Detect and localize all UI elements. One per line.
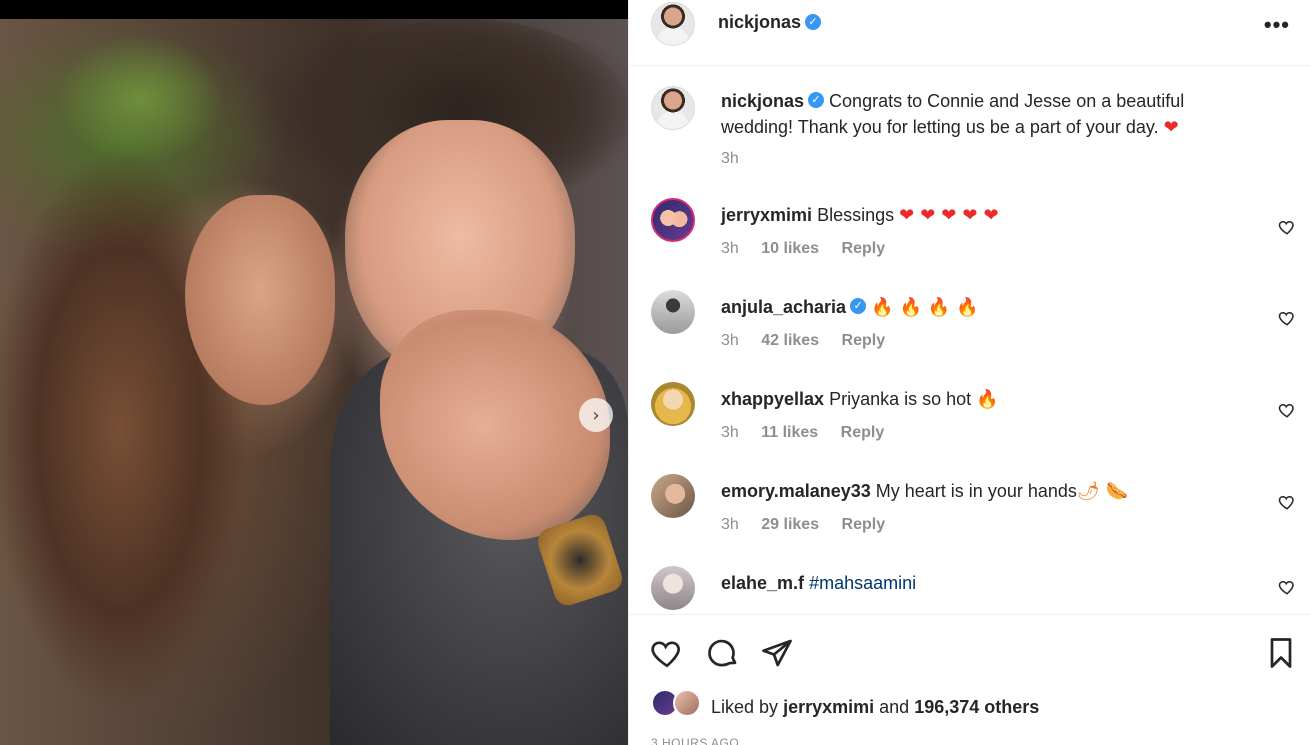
post-photo[interactable]: ›	[0, 0, 628, 745]
like-heart-icon[interactable]	[649, 635, 685, 671]
red-heart-emoji: ❤	[1163, 117, 1185, 138]
comment-time[interactable]: 3h	[721, 424, 739, 441]
comment-meta: 3h 11 likes Reply	[721, 424, 902, 442]
share-paper-plane-icon[interactable]	[759, 635, 795, 671]
commenter-avatar[interactable]	[651, 198, 695, 242]
carousel-next-icon[interactable]: ›	[579, 398, 613, 432]
more-options-icon[interactable]: •••	[1264, 12, 1290, 38]
like-comment-heart-icon[interactable]	[1278, 401, 1296, 419]
comment-text: Blessings	[817, 205, 895, 225]
save-bookmark-icon[interactable]	[1263, 635, 1299, 671]
like-comment-heart-icon[interactable]	[1278, 218, 1296, 236]
comment-text: My heart is in your hands	[875, 481, 1077, 501]
comment-body: elahe_m.f #mahsaamini	[721, 570, 1261, 596]
comment-meta: 3h 42 likes Reply	[721, 332, 903, 350]
reply-button[interactable]: Reply	[842, 516, 886, 533]
comment-time[interactable]: 3h	[721, 332, 739, 349]
comment-body: xhappyellax Priyanka is so hot 🔥	[721, 386, 1261, 413]
comment-body: emory.malaney33 My heart is in your hand…	[721, 478, 1261, 505]
comments-list[interactable]: nickjonas ✓ Congrats to Connie and Jesse …	[629, 66, 1311, 614]
fire-emoji: 🔥	[976, 389, 1005, 410]
likes-count[interactable]: 196,374 others	[914, 697, 1039, 717]
comment-meta: 3h 29 likes Reply	[721, 516, 903, 534]
caption-meta: 3h	[721, 150, 757, 168]
comment-time[interactable]: 3h	[721, 516, 739, 533]
author-username[interactable]: nickjonas	[718, 12, 801, 32]
comment-likes[interactable]: 10 likes	[761, 240, 819, 257]
commenter-avatar[interactable]	[651, 566, 695, 610]
caption-username[interactable]: nickjonas	[721, 91, 804, 111]
reply-button[interactable]: Reply	[842, 240, 886, 257]
commenter-avatar[interactable]	[651, 474, 695, 518]
comment-username[interactable]: anjula_acharia	[721, 297, 846, 317]
comment-body: jerryxmimi Blessings ❤❤❤❤❤	[721, 202, 1261, 229]
commenter-avatar[interactable]	[651, 290, 695, 334]
post-actions-bar	[629, 614, 1311, 745]
photo-top-bar	[0, 0, 628, 19]
liker-avatar	[673, 689, 701, 717]
caption-author-avatar[interactable]	[651, 86, 695, 130]
liked-by-line: Liked by jerryxmimi and 196,374 others	[711, 697, 1039, 718]
comment-bubble-icon[interactable]	[705, 635, 741, 671]
liked-by-and: and	[879, 697, 910, 717]
comment-likes[interactable]: 11 likes	[761, 424, 818, 441]
liked-by-user[interactable]: jerryxmimi	[783, 697, 874, 717]
like-comment-heart-icon[interactable]	[1278, 493, 1296, 511]
comment-body: anjula_acharia ✓ 🔥🔥🔥🔥	[721, 294, 1261, 321]
verified-badge-icon: ✓	[850, 298, 867, 315]
post-side-panel: nickjonas ✓ ••• nickjonas ✓ Congrats to Co…	[628, 0, 1311, 745]
caption-body: nickjonas ✓ Congrats to Connie and Jesse …	[721, 88, 1261, 141]
caption-time[interactable]: 3h	[721, 150, 739, 167]
commenter-avatar[interactable]	[651, 382, 695, 426]
red-heart-emoji: ❤❤❤❤❤	[899, 205, 1005, 226]
comment-username[interactable]: emory.malaney33	[721, 481, 871, 501]
like-comment-heart-icon[interactable]	[1278, 578, 1296, 596]
comment-username[interactable]: elahe_m.f	[721, 573, 804, 593]
verified-badge-icon: ✓	[808, 92, 825, 109]
liked-by-prefix: Liked by	[711, 697, 779, 717]
comment-meta: 3h 10 likes Reply	[721, 240, 903, 258]
comment-text: Priyanka is so hot	[829, 389, 972, 409]
author-name-wrap: nickjonas ✓	[718, 12, 822, 33]
post-timestamp[interactable]: 3 HOURS AGO	[651, 736, 739, 745]
author-avatar[interactable]	[651, 2, 695, 46]
fire-emoji: 🔥🔥🔥🔥	[871, 297, 985, 318]
post-header: nickjonas ✓ •••	[629, 0, 1311, 66]
hashtag-link[interactable]: #mahsaamini	[809, 573, 916, 593]
comment-likes[interactable]: 42 likes	[761, 332, 819, 349]
comment-username[interactable]: jerryxmimi	[721, 205, 812, 225]
comment-likes[interactable]: 29 likes	[761, 516, 819, 533]
comment-username[interactable]: xhappyellax	[721, 389, 824, 409]
comment-time[interactable]: 3h	[721, 240, 739, 257]
like-comment-heart-icon[interactable]	[1278, 309, 1296, 327]
reply-button[interactable]: Reply	[841, 424, 885, 441]
verified-badge-icon: ✓	[805, 13, 822, 30]
pepper-hotdog-emoji: 🌶🌭	[1076, 481, 1135, 502]
reply-button[interactable]: Reply	[842, 332, 886, 349]
